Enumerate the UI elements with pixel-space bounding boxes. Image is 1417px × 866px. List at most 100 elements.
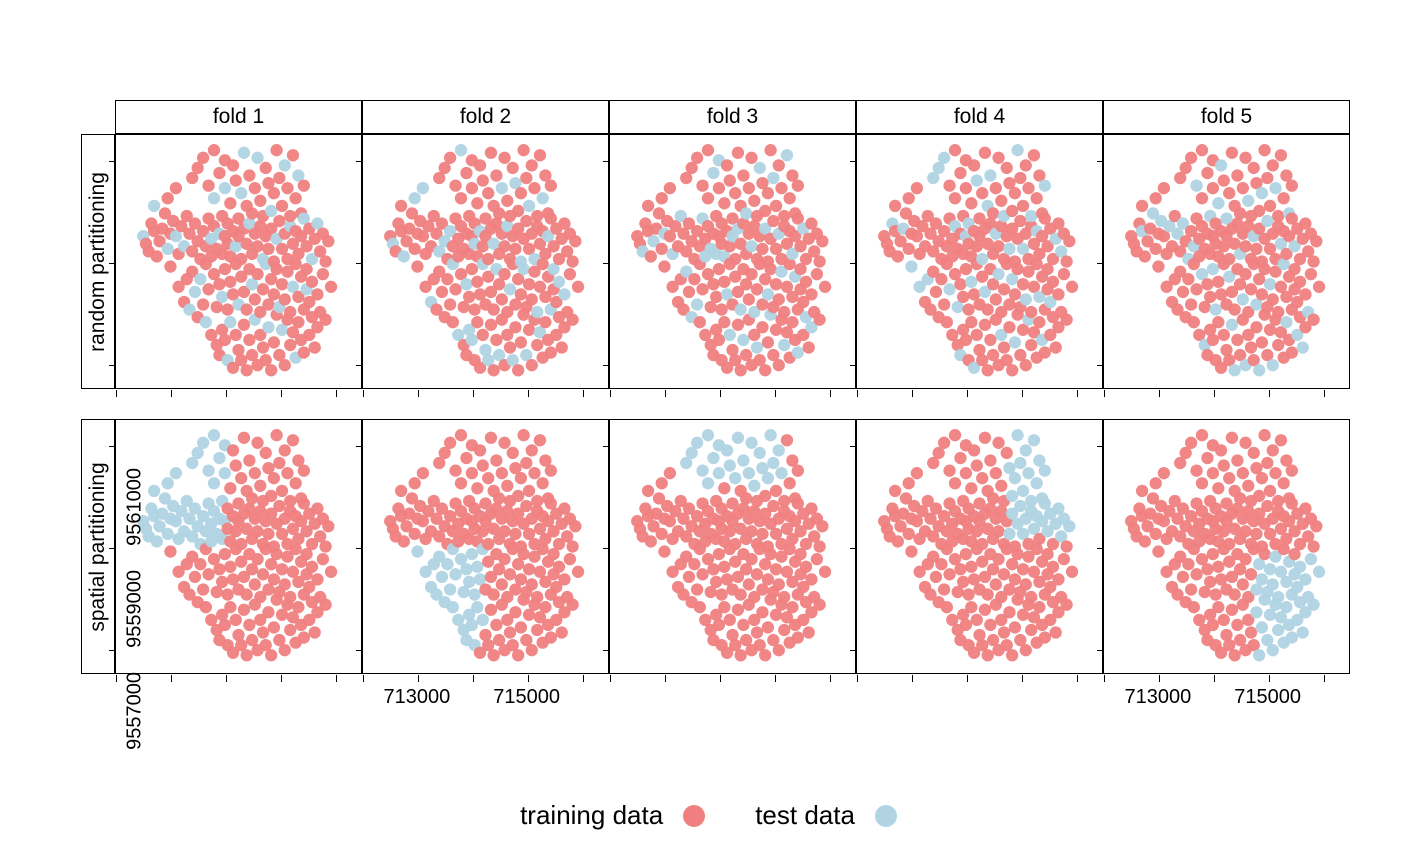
y-tick (109, 263, 116, 264)
x-tick (857, 390, 858, 397)
x-tick (583, 390, 584, 397)
row-strip: random partitioning (81, 134, 115, 389)
row-strip: spatial partitioning (81, 419, 115, 674)
y-tick-label: 9559000 (123, 570, 146, 648)
facet-grid: fold 1fold 2fold 3fold 4fold 5random par… (115, 100, 1350, 695)
x-tick (583, 675, 584, 682)
y-tick (1097, 365, 1104, 366)
legend-swatch-training (683, 805, 705, 827)
scatter-points (857, 135, 1102, 388)
x-tick (1104, 390, 1105, 397)
panel (115, 134, 362, 389)
x-tick (336, 390, 337, 397)
column-strip: fold 4 (856, 100, 1103, 134)
y-tick (850, 365, 857, 366)
y-tick (356, 365, 363, 366)
x-tick (1159, 390, 1160, 397)
x-tick (967, 675, 968, 682)
x-tick (720, 390, 721, 397)
x-tick (967, 390, 968, 397)
x-tick-label: 715000 (1234, 686, 1301, 709)
x-tick (336, 675, 337, 682)
x-tick (830, 675, 831, 682)
y-tick (850, 548, 857, 549)
y-tick (603, 365, 610, 366)
scatter-points (1104, 135, 1349, 388)
x-tick-label: 715000 (493, 686, 560, 709)
y-tick (356, 161, 363, 162)
panel (362, 419, 609, 674)
panel (1103, 134, 1350, 389)
x-tick (363, 675, 364, 682)
y-tick-label: 9557000 (123, 672, 146, 750)
x-tick (281, 390, 282, 397)
x-tick (1022, 390, 1023, 397)
x-tick (473, 390, 474, 397)
x-tick (610, 675, 611, 682)
scatter-points (116, 420, 361, 673)
x-tick (1104, 675, 1105, 682)
column-strip: fold 5 (1103, 100, 1350, 134)
legend-label-training: training data (520, 800, 663, 831)
legend-swatch-test (875, 805, 897, 827)
scatter-points (363, 420, 608, 673)
y-tick (109, 446, 116, 447)
x-tick (1269, 390, 1270, 397)
y-tick (603, 446, 610, 447)
x-tick-label: 713000 (384, 686, 451, 709)
x-tick (1214, 675, 1215, 682)
x-tick (912, 675, 913, 682)
panel (609, 134, 856, 389)
y-tick (603, 263, 610, 264)
x-tick (418, 390, 419, 397)
panel (856, 134, 1103, 389)
y-tick (603, 650, 610, 651)
y-tick (603, 161, 610, 162)
scatter-points (610, 135, 855, 388)
x-tick (720, 675, 721, 682)
scatter-points (1104, 420, 1349, 673)
x-tick (1077, 390, 1078, 397)
x-tick (610, 390, 611, 397)
column-strip: fold 2 (362, 100, 609, 134)
x-tick (1159, 675, 1160, 682)
y-tick (356, 446, 363, 447)
x-tick (363, 390, 364, 397)
x-tick (857, 675, 858, 682)
x-tick (775, 675, 776, 682)
x-tick (418, 675, 419, 682)
y-tick (109, 365, 116, 366)
x-tick (1077, 675, 1078, 682)
x-tick (473, 675, 474, 682)
x-tick (116, 390, 117, 397)
y-tick-label: 9561000 (123, 468, 146, 546)
x-tick (775, 390, 776, 397)
y-tick (850, 263, 857, 264)
y-tick (109, 650, 116, 651)
scatter-points (116, 135, 361, 388)
column-strip: fold 3 (609, 100, 856, 134)
x-tick (830, 390, 831, 397)
legend-label-test: test data (755, 800, 855, 831)
y-tick (1097, 161, 1104, 162)
x-tick (171, 390, 172, 397)
panel (856, 419, 1103, 674)
y-tick (356, 548, 363, 549)
column-strip: fold 1 (115, 100, 362, 134)
y-tick (850, 446, 857, 447)
x-tick (116, 675, 117, 682)
y-tick (1097, 548, 1104, 549)
x-tick (528, 675, 529, 682)
x-tick (1324, 675, 1325, 682)
x-tick (665, 675, 666, 682)
y-tick (1097, 446, 1104, 447)
x-tick (226, 390, 227, 397)
y-tick (1097, 650, 1104, 651)
y-tick (850, 650, 857, 651)
y-tick (603, 548, 610, 549)
legend-item-test: test data (755, 800, 897, 831)
x-tick (665, 390, 666, 397)
scatter-points (363, 135, 608, 388)
x-tick (281, 675, 282, 682)
panel (115, 419, 362, 674)
